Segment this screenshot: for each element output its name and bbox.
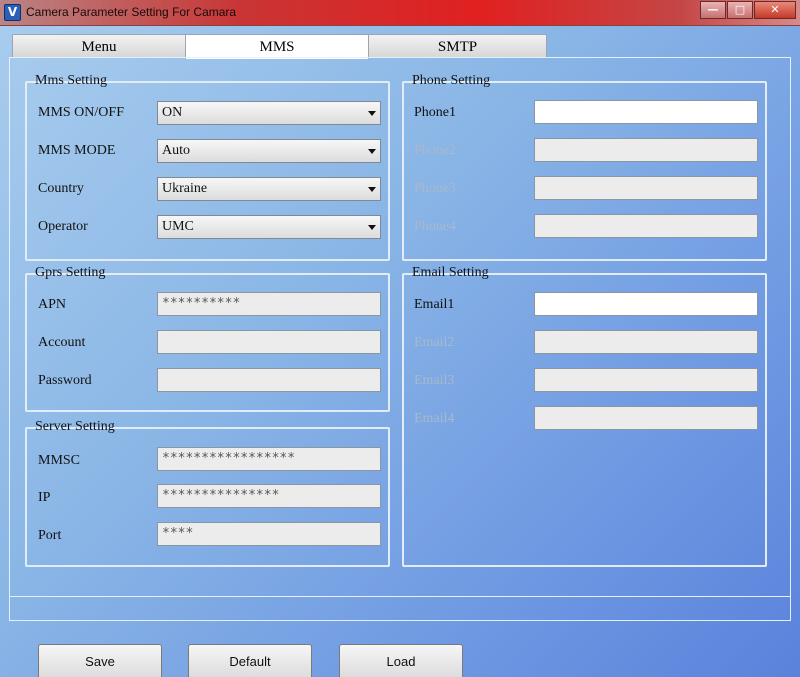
mms-onoff-label: MMS ON/OFF [38, 105, 124, 120]
port-label: Port [38, 528, 62, 543]
mmsc-field[interactable]: ***************** [157, 447, 381, 471]
port-field[interactable]: **** [157, 522, 381, 546]
chevron-down-icon [368, 225, 376, 230]
password-label: Password [38, 373, 92, 388]
selected-value: Ukraine [162, 181, 208, 196]
group-title: Server Setting [35, 419, 115, 434]
title-bar[interactable]: V Camera Parameter Setting For Camara — … [0, 0, 800, 26]
status-strip [9, 597, 791, 621]
window-controls: — □ ✕ [699, 1, 796, 19]
tab-mms[interactable]: MMS [185, 34, 369, 59]
email3-field[interactable] [534, 368, 758, 392]
phone2-label: Phone2 [414, 143, 456, 158]
mms-setting-group: Mms Setting MMS ON/OFF ON MMS MODE Auto … [25, 73, 390, 261]
selected-value: ON [162, 105, 183, 120]
country-label: Country [38, 181, 84, 196]
mmsc-label: MMSC [38, 453, 81, 468]
server-setting-group: Server Setting MMSC ***************** IP… [25, 419, 390, 567]
account-field[interactable] [157, 330, 381, 354]
save-button[interactable]: Save [38, 644, 162, 677]
close-icon[interactable]: ✕ [754, 1, 796, 19]
chevron-down-icon [368, 111, 376, 116]
group-title: Gprs Setting [35, 265, 106, 280]
password-field[interactable] [157, 368, 381, 392]
email-setting-group: Email Setting Email1 Email2 Email3 Email… [402, 265, 767, 567]
selected-value: UMC [162, 219, 194, 234]
email2-field[interactable] [534, 330, 758, 354]
maximize-icon[interactable]: □ [727, 1, 753, 19]
operator-label: Operator [38, 219, 88, 234]
chevron-down-icon [368, 187, 376, 192]
group-title: Email Setting [412, 265, 489, 280]
phone2-field[interactable] [534, 138, 758, 162]
group-title: Phone Setting [412, 73, 491, 88]
phone-setting-group: Phone Setting Phone1 Phone2 Phone3 Phone… [402, 73, 767, 261]
operator-select[interactable]: UMC [157, 215, 381, 239]
group-title: Mms Setting [35, 73, 107, 88]
email1-field[interactable] [534, 292, 758, 316]
ip-label: IP [38, 490, 51, 505]
default-button[interactable]: Default [188, 644, 312, 677]
apn-field[interactable]: ********** [157, 292, 381, 316]
gprs-setting-group: Gprs Setting APN ********** Account Pass… [25, 265, 390, 412]
minimize-icon[interactable]: — [700, 1, 726, 19]
phone1-field[interactable] [534, 100, 758, 124]
account-label: Account [38, 335, 86, 350]
email1-label: Email1 [414, 297, 455, 312]
load-button[interactable]: Load [339, 644, 463, 677]
ip-field[interactable]: *************** [157, 484, 381, 508]
mms-mode-select[interactable]: Auto [157, 139, 381, 163]
mms-mode-label: MMS MODE [38, 143, 116, 158]
email3-label: Email3 [414, 373, 455, 388]
tab-menu[interactable]: Menu [12, 34, 186, 58]
phone3-field[interactable] [534, 176, 758, 200]
v-logo-icon: V [4, 4, 21, 21]
phone3-label: Phone3 [414, 181, 456, 196]
email4-field[interactable] [534, 406, 758, 430]
tab-smtp[interactable]: SMTP [368, 34, 547, 58]
phone4-field[interactable] [534, 214, 758, 238]
selected-value: Auto [162, 143, 190, 158]
country-select[interactable]: Ukraine [157, 177, 381, 201]
window-title: Camera Parameter Setting For Camara [26, 5, 237, 19]
email4-label: Email4 [414, 411, 455, 426]
apn-label: APN [38, 297, 67, 312]
chevron-down-icon [368, 149, 376, 154]
mms-onoff-select[interactable]: ON [157, 101, 381, 125]
phone4-label: Phone4 [414, 219, 456, 234]
email2-label: Email2 [414, 335, 455, 350]
phone1-label: Phone1 [414, 105, 456, 120]
